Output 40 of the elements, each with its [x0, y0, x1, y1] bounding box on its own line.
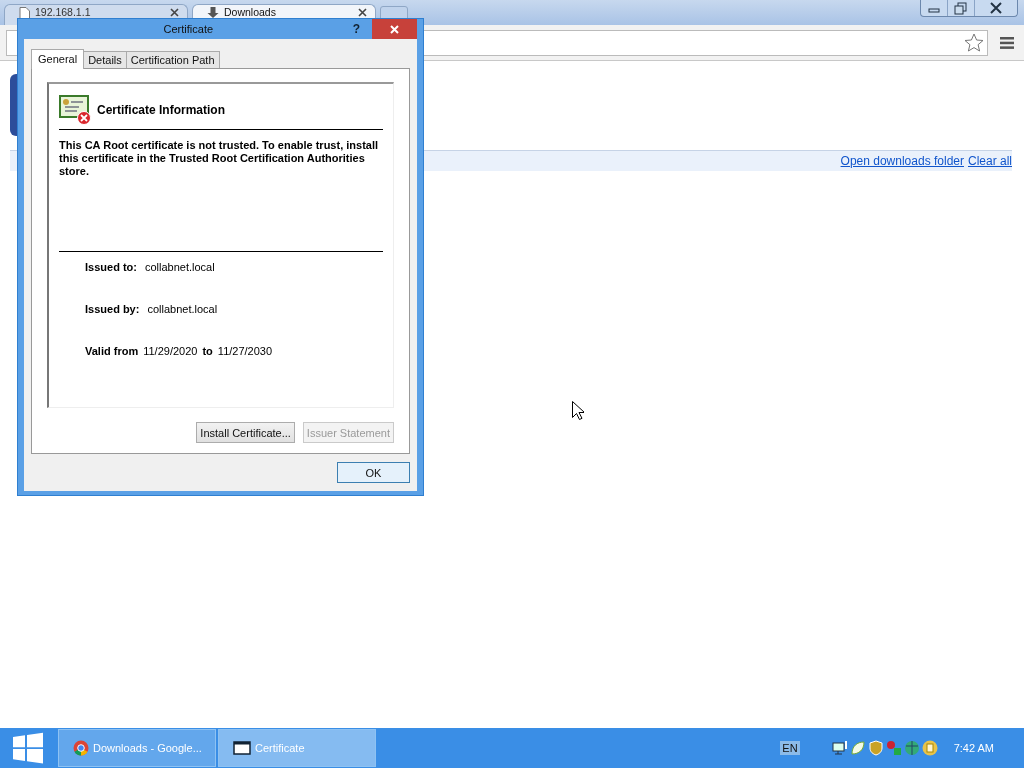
field-value: collabnet.local	[144, 261, 215, 273]
field-value: 11/27/2030	[217, 345, 273, 357]
close-icon[interactable]	[358, 8, 367, 17]
language-indicator[interactable]: EN	[780, 741, 800, 755]
leaf-icon[interactable]	[849, 740, 866, 756]
close-icon	[390, 24, 399, 34]
help-button[interactable]: ?	[352, 22, 360, 36]
browser-icon	[73, 740, 89, 756]
link[interactable]: Clear all	[968, 154, 1012, 168]
star-icon[interactable]	[964, 33, 984, 52]
info-heading: Certificate Information	[97, 103, 225, 117]
field-value: 11/29/2020	[143, 345, 198, 357]
menu-icon[interactable]	[1000, 36, 1014, 49]
field-label: to	[202, 345, 213, 357]
dialog-tab[interactable]: Certification Path	[125, 51, 220, 68]
window-icon	[233, 741, 251, 755]
warning-message: This CA Root certificate is not trusted. To enable trust, install this certificate in the Trusted Root Certification Authorities store.	[59, 139, 380, 179]
taskbar-label: Certificate	[255, 742, 305, 754]
field-value: collabnet.local	[147, 303, 218, 315]
close-icon[interactable]	[170, 8, 179, 17]
page-icon	[19, 7, 30, 20]
ok-button[interactable]: OK	[337, 462, 410, 483]
close-button[interactable]	[372, 19, 417, 39]
mouse-cursor	[572, 401, 584, 420]
button[interactable]: Install Certificate...	[196, 422, 295, 443]
dialog-tab[interactable]: Details	[83, 51, 127, 68]
field-label: Valid from	[85, 345, 139, 357]
clipboard-icon[interactable]	[921, 740, 938, 756]
windows-start-icon[interactable]	[12, 732, 44, 764]
field-label: Issued to:	[85, 261, 137, 273]
tab-title: 192.168.1.1	[35, 7, 92, 18]
network-icon[interactable]	[831, 740, 848, 756]
field-label: Issued by:	[85, 303, 140, 315]
certificate-error-icon	[59, 95, 93, 125]
taskbar-label: Downloads - Google...	[93, 742, 202, 754]
tab-title: Downloads	[224, 7, 277, 18]
window-title: Certificate	[162, 23, 215, 35]
shield-icon[interactable]	[867, 740, 884, 756]
link[interactable]: Open downloads folder	[840, 154, 964, 168]
dialog-tab[interactable]: General	[31, 49, 85, 69]
